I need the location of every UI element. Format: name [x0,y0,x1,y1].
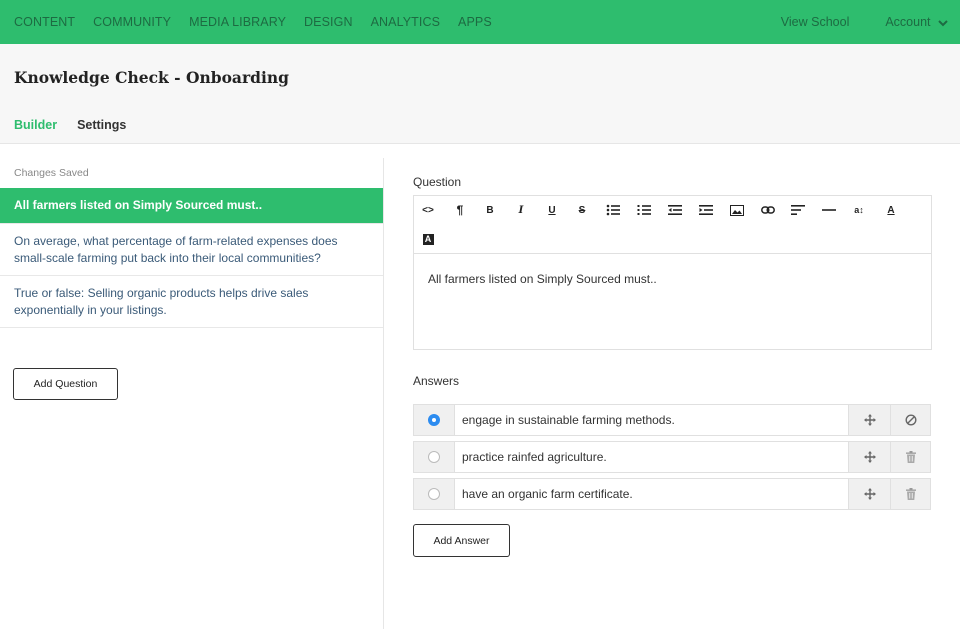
move-icon [863,488,876,500]
underline-icon[interactable]: U [544,202,560,218]
ordered-list-icon[interactable] [636,202,652,218]
question-item[interactable]: All farmers listed on Simply Sourced mus… [0,188,383,224]
trash-icon [905,451,916,463]
radio-checked-icon [428,414,440,426]
answer-text-input[interactable]: have an organic farm certificate. [462,479,633,509]
background-color-icon[interactable]: A [420,231,436,247]
nav-design[interactable]: DESIGN [304,15,353,29]
unordered-list-icon[interactable] [605,202,621,218]
delete-answer-button[interactable] [890,479,930,509]
nav-apps[interactable]: APPS [458,15,492,29]
nav-analytics[interactable]: ANALYTICS [371,15,440,29]
question-item-label: On average, what percentage of farm-rela… [14,234,338,265]
italic-icon[interactable]: I [513,202,529,218]
nav-left: CONTENT COMMUNITY MEDIA LIBRARY DESIGN A… [14,0,510,44]
answers-label: Answers [413,374,460,388]
question-list: All farmers listed on Simply Sourced mus… [0,188,383,328]
account-menu[interactable]: Account [867,15,948,29]
answer-row: practice rainfed agriculture. [413,441,931,473]
ban-icon [904,414,917,426]
question-item-label: All farmers listed on Simply Sourced mus… [14,198,263,213]
page-title: Knowledge Check - Onboarding [14,68,289,87]
add-answer-button[interactable]: Add Answer [413,524,510,557]
answer-text-input[interactable]: practice rainfed agriculture. [462,442,607,472]
indent-icon[interactable] [698,202,714,218]
move-handle[interactable] [848,442,890,472]
add-question-button[interactable]: Add Question [13,368,118,400]
answer-correct-toggle[interactable] [414,479,455,509]
tabs: Builder Settings [14,118,146,136]
answer-row: engage in sustainable farming methods. [413,404,931,436]
move-handle[interactable] [848,479,890,509]
answer-text-input[interactable]: engage in sustainable farming methods. [462,405,675,435]
strikethrough-icon[interactable]: S [574,202,590,218]
background-color-glyph: A [422,233,434,245]
font-size-icon[interactable]: a↕ [851,202,867,218]
answer-row: have an organic farm certificate. [413,478,931,510]
outdent-icon[interactable] [667,202,683,218]
radio-unchecked-icon [428,451,440,463]
font-color-icon[interactable]: A [883,202,899,218]
question-label: Question [413,175,462,189]
image-icon[interactable] [729,202,745,218]
editor-toolbar: <> ¶ B I U S a↕ A A [414,196,931,254]
move-icon [863,451,876,463]
disabled-delete[interactable] [890,405,930,435]
move-handle[interactable] [848,405,890,435]
question-text-input[interactable]: All farmers listed on Simply Sourced mus… [428,272,657,286]
nav-community[interactable]: COMMUNITY [93,15,171,29]
radio-unchecked-icon [428,488,440,500]
view-school-link[interactable]: View School [781,15,850,29]
align-icon[interactable] [790,202,806,218]
tab-builder[interactable]: Builder [14,118,57,136]
nav-media-library[interactable]: MEDIA LIBRARY [189,15,286,29]
question-item[interactable]: On average, what percentage of farm-rela… [0,224,383,276]
save-status: Changes Saved [14,167,89,179]
paragraph-icon[interactable]: ¶ [452,202,468,218]
horizontal-rule-icon[interactable] [821,202,837,218]
question-editor: <> ¶ B I U S a↕ A A All farmers listed o… [413,195,932,350]
nav-right: View School Account [763,0,948,44]
code-icon[interactable]: <> [420,202,436,218]
question-item[interactable]: True or false: Selling organic products … [0,276,383,328]
answer-correct-toggle[interactable] [414,405,455,435]
trash-icon [905,488,916,500]
question-sidebar: Changes Saved All farmers listed on Simp… [0,158,384,629]
top-nav: CONTENT COMMUNITY MEDIA LIBRARY DESIGN A… [0,0,960,44]
page-header: Knowledge Check - Onboarding Builder Set… [0,44,960,144]
delete-answer-button[interactable] [890,442,930,472]
answer-correct-toggle[interactable] [414,442,455,472]
tab-settings[interactable]: Settings [77,118,126,136]
nav-content[interactable]: CONTENT [14,15,75,29]
bold-icon[interactable]: B [482,202,498,218]
question-item-label: True or false: Selling organic products … [14,286,309,317]
move-icon [863,414,876,426]
account-label: Account [885,15,931,29]
chevron-down-icon [938,19,948,27]
link-icon[interactable] [760,202,776,218]
